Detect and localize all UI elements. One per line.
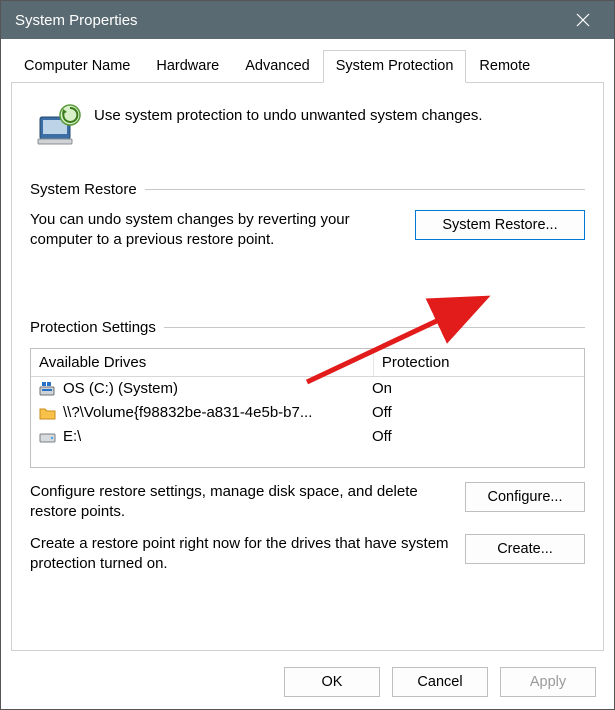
drives-listview[interactable]: Available Drives Protection OS (C:) (Sys…	[30, 348, 585, 468]
drive-icon	[39, 429, 57, 445]
group-title-protection-settings: Protection Settings	[30, 319, 156, 336]
apply-button: Apply	[500, 667, 596, 697]
group-protection-settings: Protection Settings Available Drives Pro…	[30, 319, 585, 587]
divider	[164, 327, 585, 328]
group-title-system-restore: System Restore	[30, 181, 137, 198]
dialog-body: Computer Name Hardware Advanced System P…	[1, 39, 614, 657]
drive-status: Off	[372, 404, 576, 421]
create-desc: Create a restore point right now for the…	[30, 534, 451, 575]
drives-header-row: Available Drives Protection	[31, 349, 584, 377]
tab-system-protection[interactable]: System Protection	[323, 50, 467, 83]
os-drive-icon	[39, 381, 57, 397]
drive-label: \\?\Volume{f98832be-a831-4e5b-b7...	[63, 404, 312, 421]
drive-row[interactable]: E:\ Off	[31, 425, 584, 449]
intro-text: Use system protection to undo unwanted s…	[94, 103, 483, 124]
group-system-restore: System Restore You can undo system chang…	[30, 181, 585, 263]
close-button[interactable]	[560, 1, 606, 39]
drive-label: OS (C:) (System)	[63, 380, 178, 397]
drive-row[interactable]: OS (C:) (System) On	[31, 377, 584, 401]
system-properties-window: System Properties Computer Name Hardware…	[0, 0, 615, 710]
titlebar: System Properties	[1, 1, 614, 39]
divider	[145, 189, 585, 190]
tab-remote[interactable]: Remote	[466, 50, 543, 83]
tabpage-system-protection: Use system protection to undo unwanted s…	[11, 83, 604, 651]
tabstrip: Computer Name Hardware Advanced System P…	[11, 49, 604, 83]
col-available-drives[interactable]: Available Drives	[31, 349, 374, 376]
configure-button[interactable]: Configure...	[465, 482, 585, 512]
system-protection-icon	[34, 103, 82, 151]
dialog-footer: OK Cancel Apply	[1, 657, 614, 709]
drive-status: On	[372, 380, 576, 397]
tab-computer-name[interactable]: Computer Name	[11, 50, 143, 83]
drive-row-empty	[31, 449, 584, 467]
drive-row[interactable]: \\?\Volume{f98832be-a831-4e5b-b7... Off	[31, 401, 584, 425]
close-icon	[576, 13, 590, 27]
drive-status: Off	[372, 428, 576, 445]
cancel-button[interactable]: Cancel	[392, 667, 488, 697]
folder-icon	[39, 405, 57, 421]
window-title: System Properties	[15, 12, 138, 29]
system-restore-button[interactable]: System Restore...	[415, 210, 585, 240]
intro-section: Use system protection to undo unwanted s…	[34, 103, 585, 151]
system-restore-desc: You can undo system changes by reverting…	[30, 210, 401, 251]
drive-label: E:\	[63, 428, 81, 445]
tab-hardware[interactable]: Hardware	[143, 50, 232, 83]
tab-advanced[interactable]: Advanced	[232, 50, 323, 83]
ok-button[interactable]: OK	[284, 667, 380, 697]
create-button[interactable]: Create...	[465, 534, 585, 564]
col-protection[interactable]: Protection	[374, 349, 584, 376]
configure-desc: Configure restore settings, manage disk …	[30, 482, 451, 523]
